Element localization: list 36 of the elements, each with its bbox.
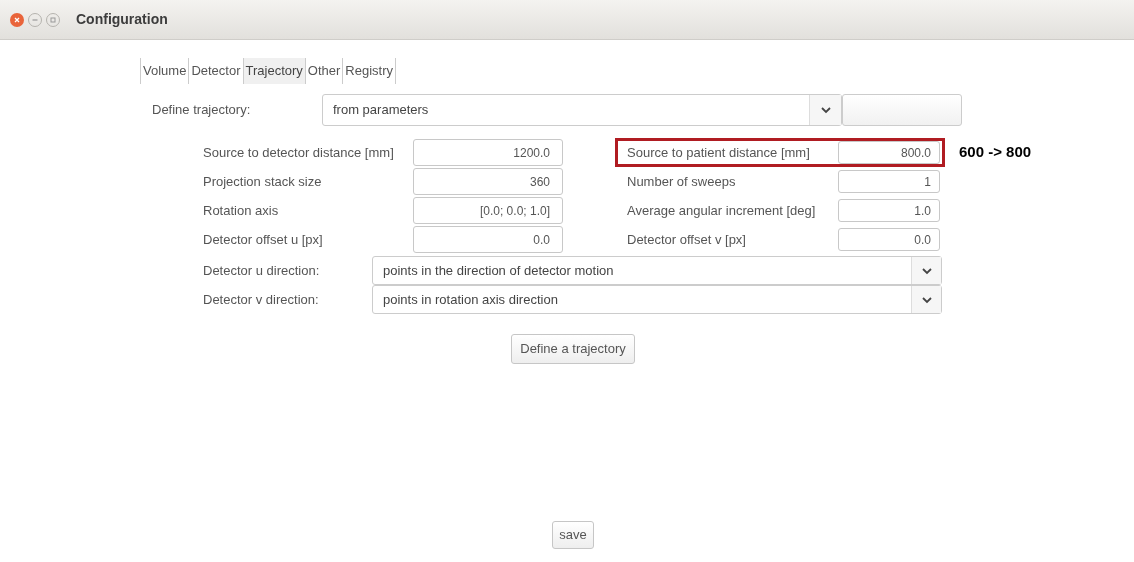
field-label: Detector offset v [px]: [627, 230, 747, 249]
input-field[interactable]: [0.0; 0.0; 1.0]: [413, 197, 563, 224]
caret-icon: [911, 286, 941, 313]
input-field[interactable]: 0.0: [838, 228, 940, 251]
input-field[interactable]: 1.0: [838, 199, 940, 222]
field-label: Rotation axis: [203, 201, 280, 220]
define-trajectory-button[interactable]: Define a trajectory: [511, 334, 635, 364]
dropdown[interactable]: from parameters: [322, 94, 842, 126]
tab[interactable]: Registry: [343, 58, 397, 84]
field-label: Source to patient distance [mm]: [627, 143, 811, 162]
input-field[interactable]: 800.0: [838, 141, 940, 164]
input-field[interactable]: 0.0: [413, 226, 563, 253]
close-icon[interactable]: [10, 12, 24, 27]
caret-icon: [809, 95, 841, 125]
field-label: Detector offset u [px]: [203, 230, 324, 249]
tab[interactable]: Detector: [189, 58, 244, 84]
field-label: Detector v direction:: [203, 290, 320, 309]
input-field[interactable]: 1: [838, 170, 940, 193]
field-label: Source to detector distance [mm]: [203, 143, 395, 162]
dropdown[interactable]: points in the direction of detector motion: [372, 256, 942, 285]
dropdown[interactable]: points in rotation axis direction: [372, 285, 942, 314]
tab[interactable]: Volume: [141, 58, 190, 84]
tab[interactable]: Trajectory: [243, 58, 306, 84]
blank-button[interactable]: [842, 94, 962, 126]
field-label: Number of sweeps: [627, 172, 737, 191]
save-button[interactable]: save: [552, 521, 594, 549]
tab[interactable]: Other: [305, 58, 344, 84]
input-field[interactable]: 360: [413, 168, 563, 195]
annotation-text: 600 -> 800: [959, 142, 1032, 163]
field-label: Projection stack size: [203, 172, 323, 191]
field-label: Detector u direction:: [203, 261, 321, 280]
caret-icon: [911, 257, 941, 284]
window-title: Configuration: [76, 10, 168, 29]
field-label: Average angular increment [deg]: [627, 201, 817, 220]
field-label: Define trajectory:: [152, 101, 252, 120]
input-field[interactable]: 1200.0: [413, 139, 563, 166]
